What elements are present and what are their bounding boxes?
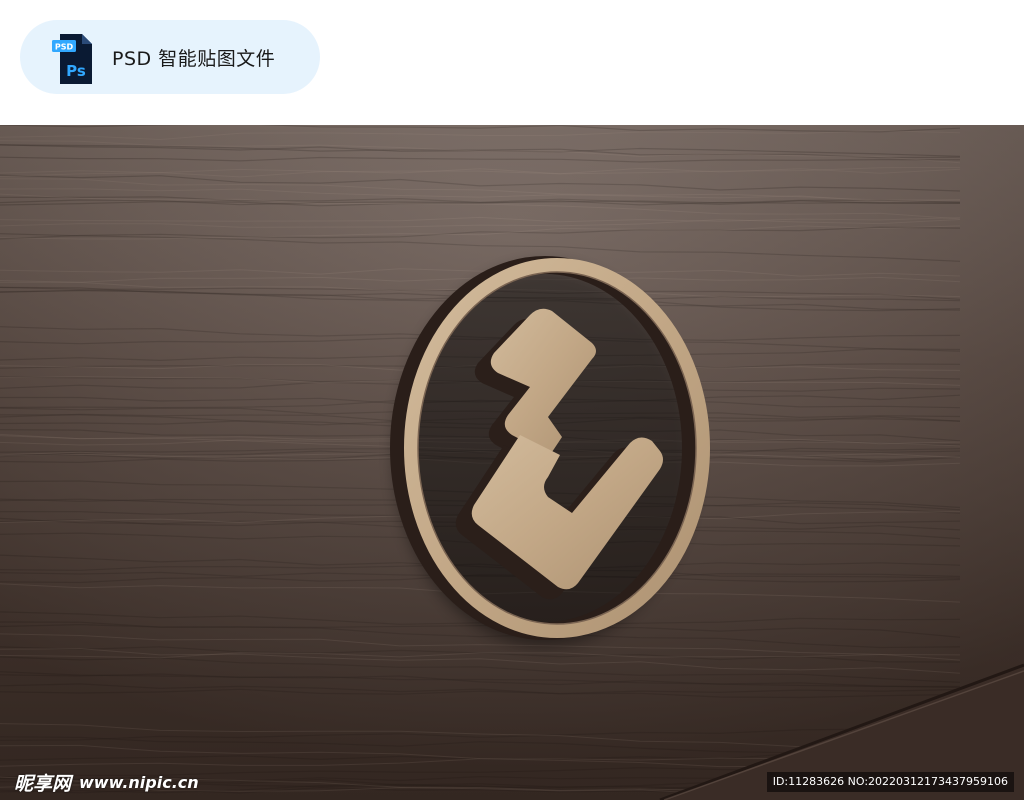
psd-badge-label: PSD 智能贴图文件	[112, 48, 276, 70]
wood-wall-scene	[0, 125, 1024, 800]
watermark-id: ID:11283626 NO:20220312173437959106	[766, 772, 1014, 792]
ps-app-text: Ps	[66, 62, 86, 80]
watermark-brand: 昵享网 www.nipic.cn	[14, 770, 199, 795]
photoshop-file-icon: PSD Ps	[52, 34, 92, 84]
psd-file-badge: PSD Ps PSD 智能贴图文件	[20, 20, 320, 94]
page: PSD Ps PSD 智能贴图文件 昵享网 www.nipic.cn ID:11…	[0, 0, 1024, 800]
watermark-url: www.nipic.cn	[79, 772, 199, 792]
psd-tag-text: PSD	[55, 43, 74, 52]
mockup-photo	[0, 125, 1024, 800]
watermark-brand-name: 昵享网	[14, 772, 72, 795]
